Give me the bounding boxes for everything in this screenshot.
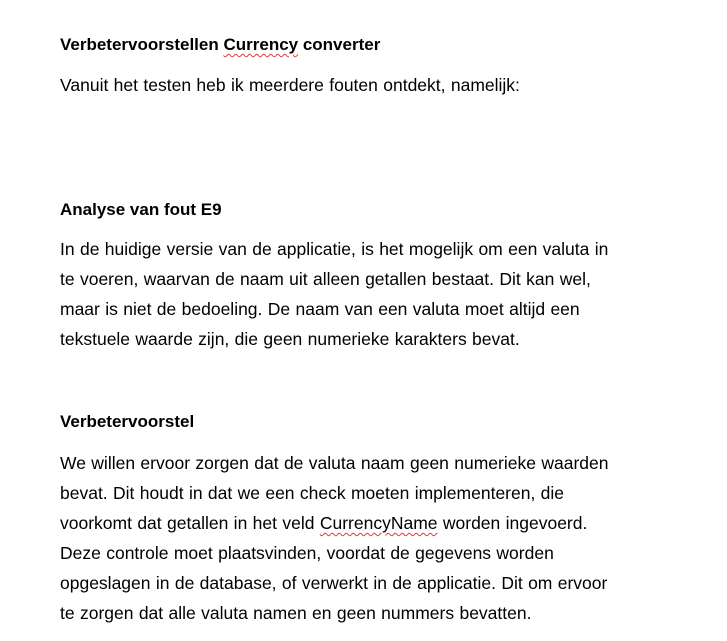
paragraph-line: In de huidige versie van de applicatie, … <box>60 239 609 259</box>
paragraph-line: te voeren, waarvan de naam uit alleen ge… <box>60 269 591 289</box>
analysis-paragraph: In de huidige versie van de applicatie, … <box>60 234 720 354</box>
section-heading-proposal: Verbetervoorstel <box>60 412 195 431</box>
paragraph-line: voorkomt dat getallen in het veld Curren… <box>60 508 720 538</box>
paragraph-line: maar is niet de bedoeling. De naam van e… <box>60 299 580 319</box>
paragraph-line: Deze controle moet plaatsvinden, voordat… <box>60 543 554 563</box>
intro-paragraph: Vanuit het testen heb ik meerdere fouten… <box>60 70 720 100</box>
document-page: Verbetervoorstellen Currency converter V… <box>0 0 727 641</box>
paragraph-line: We willen ervoor zorgen dat de valuta na… <box>60 453 609 473</box>
document-title: Verbetervoorstellen Currency converter <box>60 35 380 55</box>
line-prefix: voorkomt dat getallen in het veld <box>60 513 320 533</box>
title-prefix: Verbetervoorstellen <box>60 35 224 54</box>
proposal-paragraph: We willen ervoor zorgen dat de valuta na… <box>60 448 720 628</box>
paragraph-line: te zorgen dat alle valuta namen en geen … <box>60 603 532 623</box>
section-heading-analysis: Analyse van fout E9 <box>60 200 222 219</box>
title-suffix: converter <box>298 35 381 54</box>
spelling-flagged-word: Currency <box>223 35 299 54</box>
line-suffix: worden ingevoerd. <box>437 513 588 533</box>
paragraph-line: tekstuele waarde zijn, die geen numeriek… <box>60 329 520 349</box>
spelling-flagged-word: CurrencyName <box>319 513 438 533</box>
intro-text: Vanuit het testen heb ik meerdere fouten… <box>60 75 520 95</box>
paragraph-line: opgeslagen in de database, of verwerkt i… <box>60 573 608 593</box>
paragraph-line: bevat. Dit houdt in dat we een check moe… <box>60 483 565 503</box>
